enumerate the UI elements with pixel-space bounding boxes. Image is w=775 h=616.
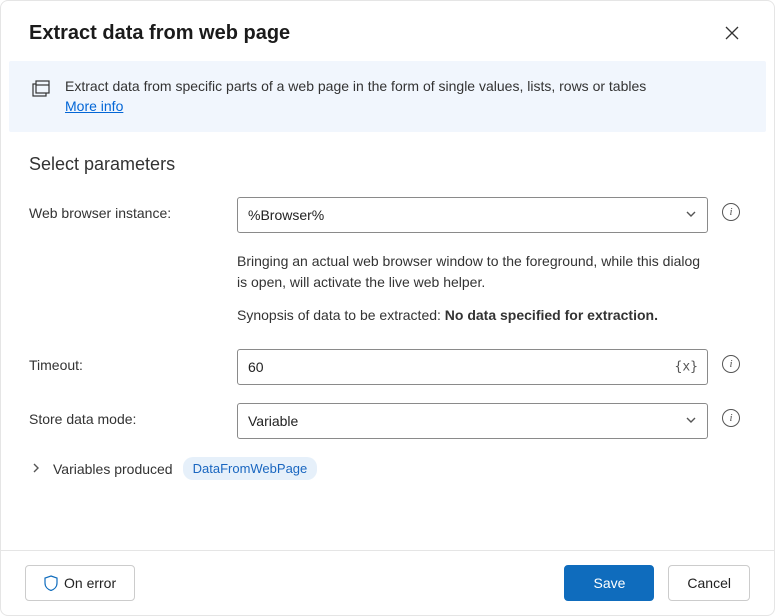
row-browser: Web browser instance: %Browser% Bringing… [29,197,746,323]
synopsis: Synopsis of data to be extracted: No dat… [237,307,708,323]
dialog-footer: On error Save Cancel [1,550,774,615]
label-browser: Web browser instance: [29,197,229,221]
banner-text: Extract data from specific parts of a we… [65,77,646,116]
label-store-mode: Store data mode: [29,403,229,427]
on-error-label: On error [64,575,116,591]
dialog-title: Extract data from web page [29,22,290,45]
browser-select[interactable]: %Browser% [237,197,708,233]
footer-right: Save Cancel [564,565,750,601]
row-store-mode: Store data mode: Variable i [29,403,746,439]
variables-expand-button[interactable] [29,462,43,476]
synopsis-prefix: Synopsis of data to be extracted: [237,307,445,323]
info-icon-timeout[interactable]: i [722,355,740,373]
chevron-down-icon [685,413,697,429]
variables-row: Variables produced DataFromWebPage [29,457,746,480]
chevron-down-icon [685,207,697,223]
variable-badge[interactable]: DataFromWebPage [183,457,318,480]
row-timeout: Timeout: {x} i [29,349,746,385]
info-icon-browser[interactable]: i [722,203,740,221]
close-button[interactable] [718,19,746,47]
info-icon-store-mode[interactable]: i [722,409,740,427]
synopsis-value: No data specified for extraction. [445,307,658,323]
variable-token-icon[interactable]: {x} [675,360,698,375]
section-title: Select parameters [29,154,746,175]
browser-help: Bringing an actual web browser window to… [237,251,708,293]
dialog-header: Extract data from web page [1,1,774,61]
dialog: Extract data from web page Extract data … [0,0,775,616]
extract-icon [31,79,51,104]
browser-select-value: %Browser% [248,207,324,223]
timeout-input[interactable] [237,349,708,385]
on-error-button[interactable]: On error [25,565,135,601]
variables-label: Variables produced [53,461,173,477]
chevron-right-icon [31,463,41,473]
cancel-label: Cancel [687,575,731,591]
store-mode-select[interactable]: Variable [237,403,708,439]
cancel-button[interactable]: Cancel [668,565,750,601]
banner-description: Extract data from specific parts of a we… [65,78,646,94]
close-icon [725,26,739,40]
more-info-link[interactable]: More info [65,98,123,114]
save-button[interactable]: Save [564,565,654,601]
save-label: Save [593,575,625,591]
shield-icon [44,575,58,591]
label-timeout: Timeout: [29,349,229,373]
dialog-body: Select parameters Web browser instance: … [1,132,774,550]
store-mode-value: Variable [248,413,298,429]
info-banner: Extract data from specific parts of a we… [9,61,766,132]
